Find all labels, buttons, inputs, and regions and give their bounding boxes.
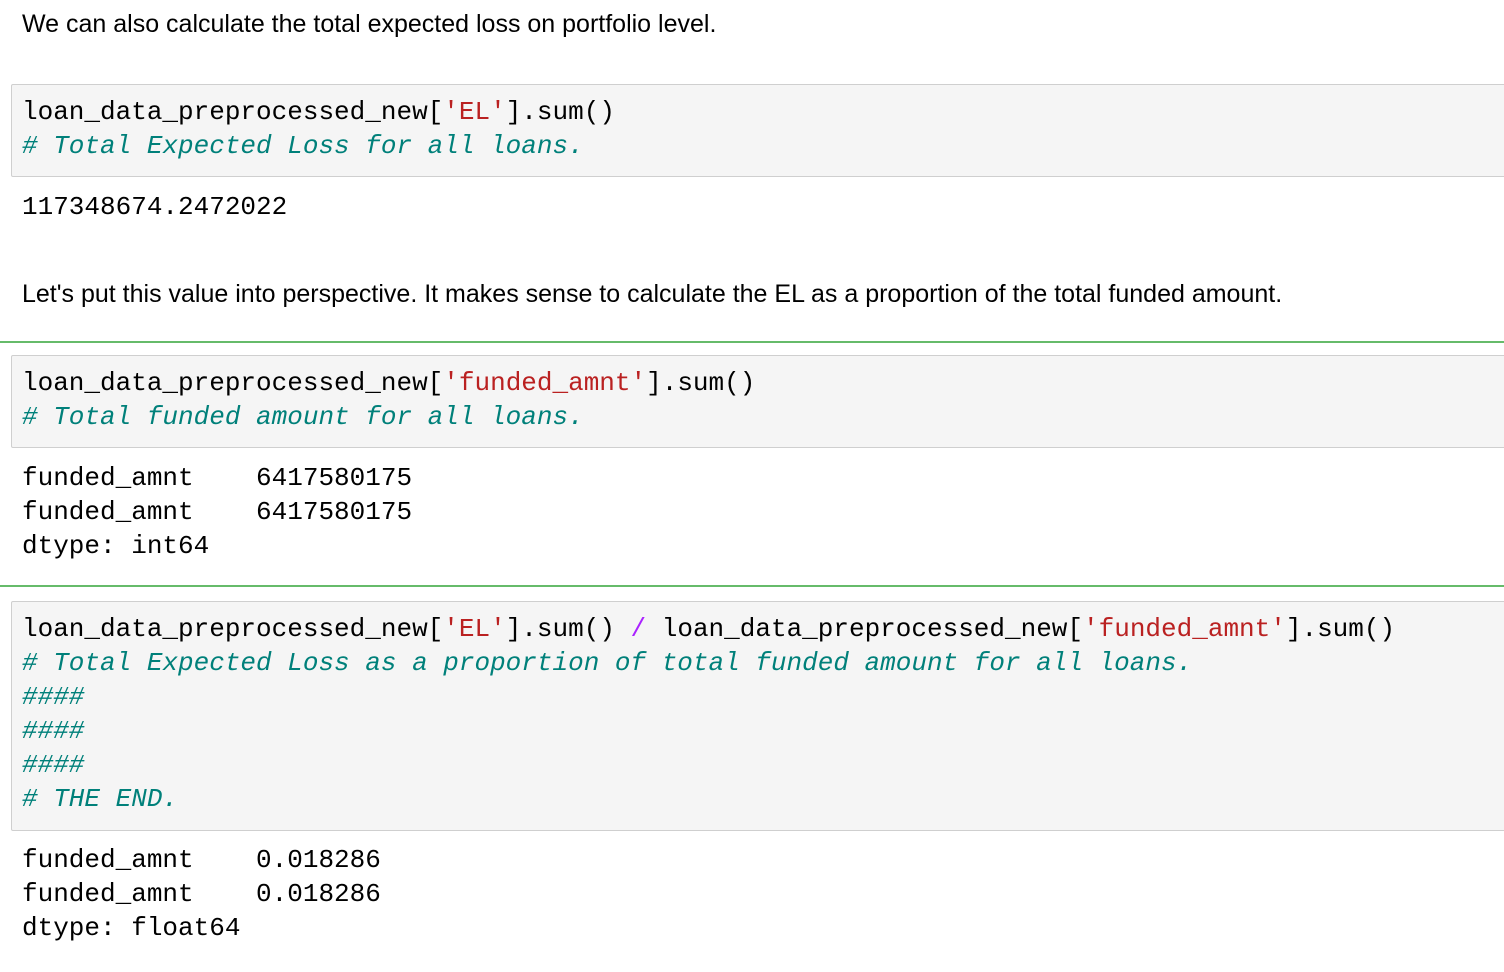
code-cell-2-line: loan_data_preprocessed_new['funded_amnt'… xyxy=(22,368,756,398)
code-cell-3-output-line: funded_amnt 0.018286 xyxy=(22,879,381,909)
code-cell-3-comment: # THE END. xyxy=(22,784,179,814)
code-cell-3-output-line: funded_amnt 0.018286 xyxy=(22,845,381,875)
code-cell-3-line: loan_data_preprocessed_new['EL'].sum() /… xyxy=(22,614,1396,644)
code-cell-1-line: loan_data_preprocessed_new['EL'].sum() xyxy=(22,97,615,127)
code-cell-3-output-dtype: dtype: float64 xyxy=(22,913,241,943)
cell-separator xyxy=(0,585,1504,587)
string-literal: 'funded_amnt' xyxy=(443,368,647,398)
code-cell-3-comment: # Total Expected Loss as a proportion of… xyxy=(22,648,1193,678)
code-cell-2-output-line: funded_amnt 6417580175 xyxy=(22,497,413,527)
string-literal: 'EL' xyxy=(443,97,506,127)
code-cell-2-output-line: funded_amnt 6417580175 xyxy=(22,463,413,493)
code-cell-3-comment: #### xyxy=(22,750,85,780)
markdown-perspective-text: Let's put this value into perspective. I… xyxy=(22,280,1283,308)
code-cell-3-comment: #### xyxy=(22,716,85,746)
markdown-intro-text: We can also calculate the total expected… xyxy=(22,10,717,38)
division-operator: / xyxy=(630,614,647,644)
code-cell-2-output-dtype: dtype: int64 xyxy=(22,531,210,561)
string-literal: 'funded_amnt' xyxy=(1083,614,1286,644)
code-cell-3-comment: #### xyxy=(22,682,85,712)
string-literal: 'EL' xyxy=(443,614,506,644)
code-cell-1-comment: # Total Expected Loss for all loans. xyxy=(22,131,584,161)
code-cell-1-output: 117348674.2472022 xyxy=(22,192,288,222)
code-cell-2-comment: # Total funded amount for all loans. xyxy=(22,402,584,432)
cell-separator xyxy=(0,341,1504,343)
